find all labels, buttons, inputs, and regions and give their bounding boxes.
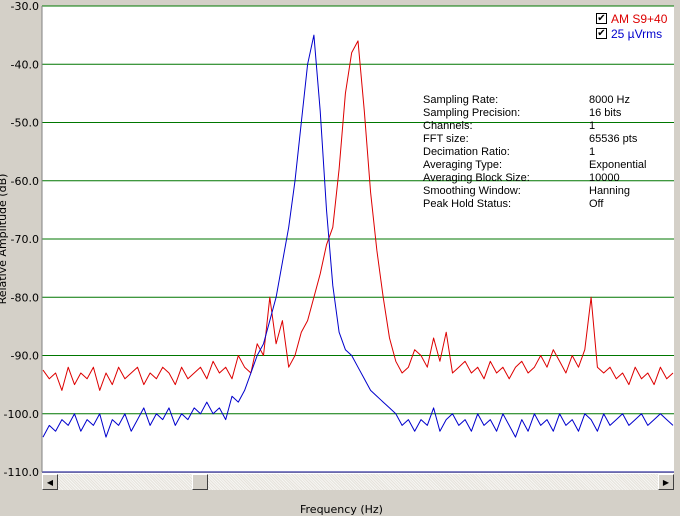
y-tick-label: -90.0	[11, 350, 39, 363]
y-tick-label: -40.0	[11, 58, 39, 71]
info-key: Sampling Precision:	[423, 107, 521, 119]
info-value: 65536 pts	[589, 133, 638, 145]
info-value: 1	[589, 120, 596, 132]
info-value: 8000 Hz	[589, 94, 630, 106]
scroll-left-button[interactable]: ◀	[42, 474, 58, 490]
legend-checkbox-am[interactable]: ✔	[596, 13, 607, 24]
legend-label-am: AM S9+40	[611, 11, 668, 26]
legend-item-uvrms[interactable]: ✔ 25 µVrms	[596, 26, 662, 41]
info-value: Off	[589, 198, 604, 210]
info-value: Exponential	[589, 159, 647, 171]
legend: ✔ AM S9+40 ✔ 25 µVrms	[594, 9, 674, 43]
y-tick-label: -30.0	[11, 0, 39, 13]
info-key: Averaging Type:	[423, 159, 503, 171]
scroll-thumb[interactable]	[192, 474, 209, 490]
info-value: 16 bits	[589, 107, 622, 119]
y-tick-label: -50.0	[11, 117, 39, 130]
info-value: 1	[589, 146, 596, 158]
spectrum-chart: -30.0 -40.0 -50.0 -60.0 -70.0 -80.0 -90.0 -100.…	[0, 0, 674, 479]
horizontal-scrollbar[interactable]: ◀ ▶	[42, 473, 674, 490]
y-tick-label: -100.0	[4, 408, 39, 421]
y-tick-label: -110.0	[4, 466, 39, 479]
info-key: Channels:	[423, 120, 473, 132]
y-axis-label: Relative Amplitude (dB)	[0, 174, 9, 305]
info-key: Sampling Rate:	[423, 94, 499, 106]
info-key: Peak Hold Status:	[423, 198, 512, 210]
y-tick-label: -80.0	[11, 291, 39, 304]
info-value: Hanning	[589, 185, 630, 197]
y-tick-label: -70.0	[11, 233, 39, 246]
arrow-right-icon: ▶	[662, 477, 670, 487]
info-key: Smoothing Window:	[423, 185, 521, 197]
info-key: Decimation Ratio:	[423, 146, 510, 158]
scroll-track[interactable]	[58, 474, 658, 490]
scroll-right-button[interactable]: ▶	[658, 474, 674, 490]
info-key: FFT size:	[423, 133, 469, 145]
arrow-left-icon: ◀	[46, 477, 54, 487]
legend-item-am[interactable]: ✔ AM S9+40	[596, 11, 667, 26]
legend-checkbox-uvrms[interactable]: ✔	[596, 28, 607, 39]
y-tick-label: -60.0	[11, 175, 39, 188]
legend-label-uvrms: 25 µVrms	[611, 26, 663, 41]
info-value: 10000	[589, 172, 620, 184]
info-key: Averaging Block Size:	[423, 172, 530, 184]
